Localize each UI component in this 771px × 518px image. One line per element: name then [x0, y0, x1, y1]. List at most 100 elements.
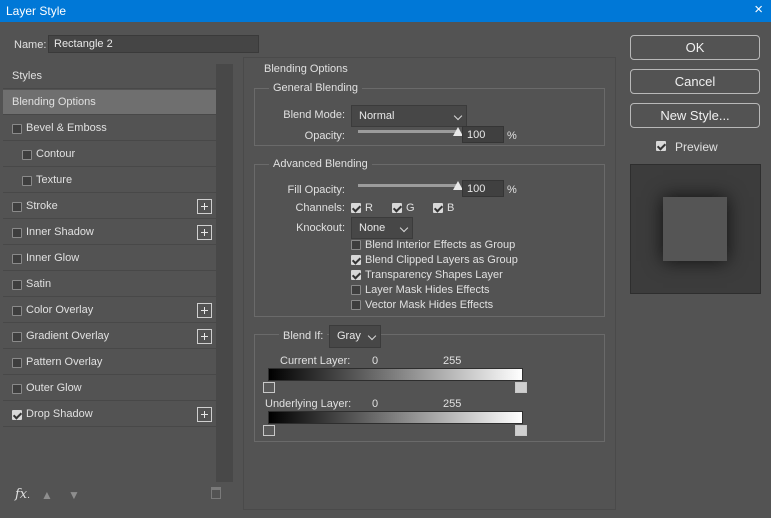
current-layer-white-handle[interactable]	[515, 382, 527, 393]
vector-mask-hides-effects-label: Vector Mask Hides Effects	[365, 299, 494, 311]
add-drop-shadow-icon[interactable]	[197, 407, 212, 422]
ok-button[interactable]: OK	[630, 35, 760, 60]
window-title: Layer Style	[6, 4, 67, 18]
sidebar-item-styles: Styles	[3, 64, 216, 89]
knockout-value: None	[359, 222, 386, 234]
current-layer-high: 255	[443, 355, 462, 367]
inner-glow-checkbox[interactable]	[12, 254, 22, 264]
current-layer-gradient	[268, 368, 523, 381]
underlying-layer-white-handle[interactable]	[515, 425, 527, 436]
sidebar-item-color-overlay[interactable]: Color Overlay	[3, 298, 216, 323]
transparency-shapes-layer-checkbox[interactable]	[351, 270, 361, 280]
channel-g-checkbox[interactable]	[392, 203, 402, 213]
stroke-checkbox[interactable]	[12, 202, 22, 212]
general-blending-group: General Blending Blend Mode: Normal Opac…	[254, 82, 605, 146]
trash-icon[interactable]	[211, 487, 221, 499]
add-color-overlay-icon[interactable]	[197, 303, 212, 318]
bevel-emboss-checkbox[interactable]	[12, 124, 22, 134]
color-overlay-checkbox[interactable]	[12, 306, 22, 316]
sidebar-item-outer-glow[interactable]: Outer Glow	[3, 376, 216, 401]
underlying-layer-label: Underlying Layer:	[265, 398, 352, 410]
add-inner-shadow-icon[interactable]	[197, 225, 212, 240]
sidebar-item-blending-options[interactable]: Blending Options	[3, 90, 216, 115]
preview-checkbox[interactable]	[656, 141, 666, 151]
sidebar-item-label: Inner Shadow	[26, 226, 94, 238]
sidebar-item-label: Satin	[26, 278, 52, 290]
sidebar-item-bevel-emboss[interactable]: Bevel & Emboss	[3, 116, 216, 141]
contour-checkbox[interactable]	[22, 150, 32, 160]
blend-mode-value: Normal	[359, 110, 395, 122]
sidebar-item-label: Drop Shadow	[26, 408, 93, 420]
title-bar: Layer Style ×	[0, 0, 771, 22]
sidebar-item-drop-shadow[interactable]: Drop Shadow	[3, 402, 216, 427]
sidebar-item-inner-shadow[interactable]: Inner Shadow	[3, 220, 216, 245]
current-layer-black-handle[interactable]	[263, 382, 275, 393]
sidebar-item-contour[interactable]: Contour	[3, 142, 216, 167]
underlying-layer-black-handle[interactable]	[263, 425, 275, 436]
channel-label: R	[365, 202, 373, 214]
inner-shadow-checkbox[interactable]	[12, 228, 22, 238]
styles-scrollbar[interactable]	[216, 64, 233, 482]
fill-opacity-input[interactable]	[462, 180, 504, 197]
opacity-label: Opacity:	[304, 130, 345, 142]
channel-label: B	[447, 202, 455, 214]
fill-opacity-label: Fill Opacity:	[287, 184, 345, 196]
chevron-down-icon	[367, 331, 377, 341]
sidebar-item-gradient-overlay[interactable]: Gradient Overlay	[3, 324, 216, 349]
sidebar-item-label: Texture	[36, 174, 73, 186]
channel-b-checkbox[interactable]	[433, 203, 443, 213]
opacity-slider[interactable]	[358, 127, 463, 136]
fx-icon[interactable]: fx.	[15, 487, 30, 502]
texture-checkbox[interactable]	[22, 176, 32, 186]
transparency-shapes-layer-label: Transparency Shapes Layer	[365, 269, 503, 281]
channel-r-checkbox[interactable]	[351, 203, 361, 213]
new-style-button[interactable]: New Style...	[630, 103, 760, 128]
layer-name-input[interactable]	[48, 35, 259, 53]
blend-if-select[interactable]: Gray	[329, 325, 381, 348]
opacity-percent: %	[507, 130, 517, 142]
outer-glow-checkbox[interactable]	[12, 384, 22, 394]
fill-opacity-percent: %	[507, 184, 517, 196]
fill-opacity-slider[interactable]	[358, 181, 463, 190]
preview-thumbnail	[630, 164, 761, 294]
sidebar-item-label: Styles	[12, 70, 42, 82]
sidebar-item-inner-glow[interactable]: Inner Glow	[3, 246, 216, 271]
channel-label: G	[406, 202, 415, 214]
drop-shadow-checkbox[interactable]	[12, 410, 22, 420]
gradient-overlay-checkbox[interactable]	[12, 332, 22, 342]
blend-if-group: Blend If: Gray Current Layer: 0 255 Unde…	[254, 325, 605, 442]
pattern-overlay-checkbox[interactable]	[12, 358, 22, 368]
knockout-label: Knockout:	[296, 222, 345, 234]
current-layer-label: Current Layer:	[280, 355, 351, 367]
close-icon[interactable]: ×	[754, 1, 763, 19]
blend-mode-select[interactable]: Normal	[351, 105, 467, 127]
underlying-layer-high: 255	[443, 398, 462, 410]
blend-if-label: Blend If:	[279, 330, 328, 342]
cancel-button[interactable]: Cancel	[630, 69, 760, 94]
sidebar-item-satin[interactable]: Satin	[3, 272, 216, 297]
sidebar-item-pattern-overlay[interactable]: Pattern Overlay	[3, 350, 216, 375]
sidebar-item-stroke[interactable]: Stroke	[3, 194, 216, 219]
underlying-layer-gradient	[268, 411, 523, 424]
sidebar-item-label: Pattern Overlay	[26, 356, 103, 368]
sidebar-item-label: Stroke	[26, 200, 58, 212]
advanced-blending-title: Advanced Blending	[269, 158, 372, 170]
opacity-input[interactable]	[462, 126, 504, 143]
knockout-select[interactable]: None	[351, 217, 413, 239]
satin-checkbox[interactable]	[12, 280, 22, 290]
move-up-icon[interactable]: ▲	[41, 488, 53, 502]
sidebar-item-label: Color Overlay	[26, 304, 94, 316]
layer-mask-hides-effects-checkbox[interactable]	[351, 285, 361, 295]
blend-interior-effects-as-group-label: Blend Interior Effects as Group	[365, 239, 516, 251]
blend-clipped-layers-as-group-checkbox[interactable]	[351, 255, 361, 265]
blend-interior-effects-as-group-checkbox[interactable]	[351, 240, 361, 250]
blend-clipped-layers-as-group-label: Blend Clipped Layers as Group	[365, 254, 518, 266]
underlying-layer-low: 0	[372, 398, 379, 410]
sidebar-item-texture[interactable]: Texture	[3, 168, 216, 193]
move-down-icon[interactable]: ▼	[68, 488, 80, 502]
vector-mask-hides-effects-checkbox[interactable]	[351, 300, 361, 310]
add-gradient-overlay-icon[interactable]	[197, 329, 212, 344]
add-stroke-icon[interactable]	[197, 199, 212, 214]
advanced-blending-group: Advanced Blending Fill Opacity: % Channe…	[254, 158, 605, 317]
section-title: Blending Options	[264, 63, 348, 75]
